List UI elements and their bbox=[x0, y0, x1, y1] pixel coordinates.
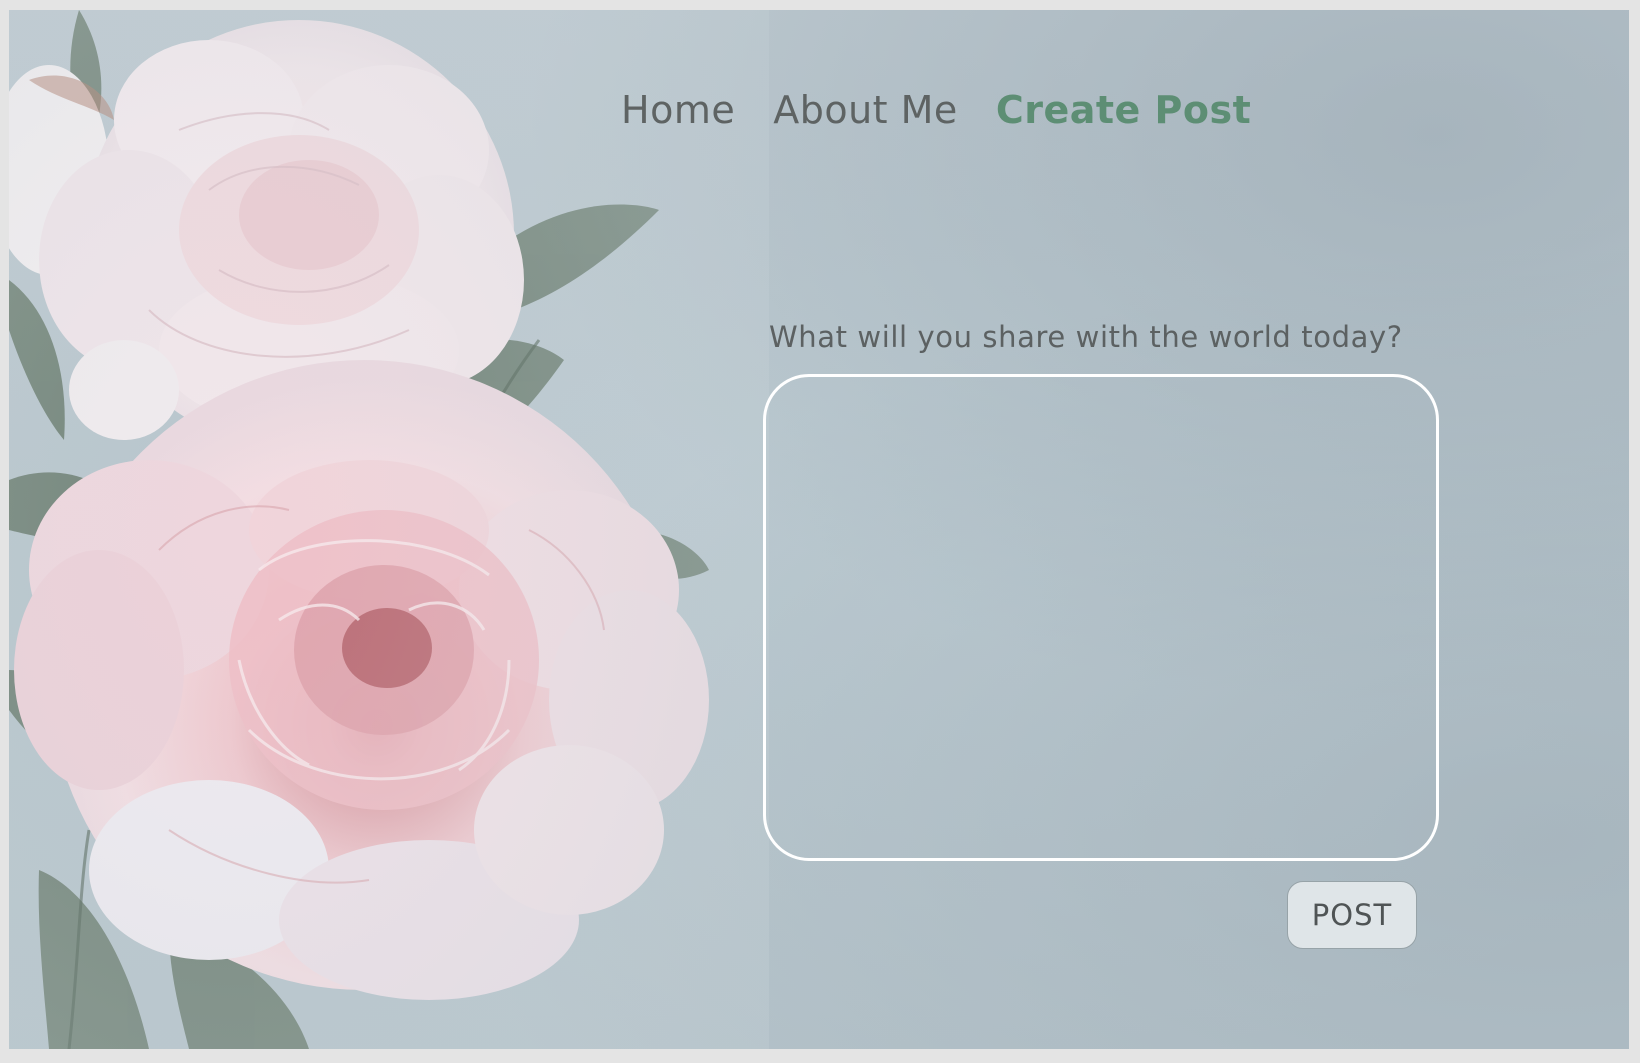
main-nav: Home About Me Create Post bbox=[621, 88, 1251, 132]
nav-home-link[interactable]: Home bbox=[621, 88, 735, 132]
page-frame: Home About Me Create Post What will you … bbox=[9, 10, 1629, 1049]
post-button[interactable]: POST bbox=[1287, 881, 1417, 949]
composer-prompt: What will you share with the world today… bbox=[769, 320, 1403, 354]
nav-create-post-link[interactable]: Create Post bbox=[996, 88, 1251, 132]
post-textarea[interactable] bbox=[763, 374, 1439, 861]
nav-about-me-link[interactable]: About Me bbox=[773, 88, 958, 132]
peony-flower-image bbox=[9, 10, 769, 1049]
